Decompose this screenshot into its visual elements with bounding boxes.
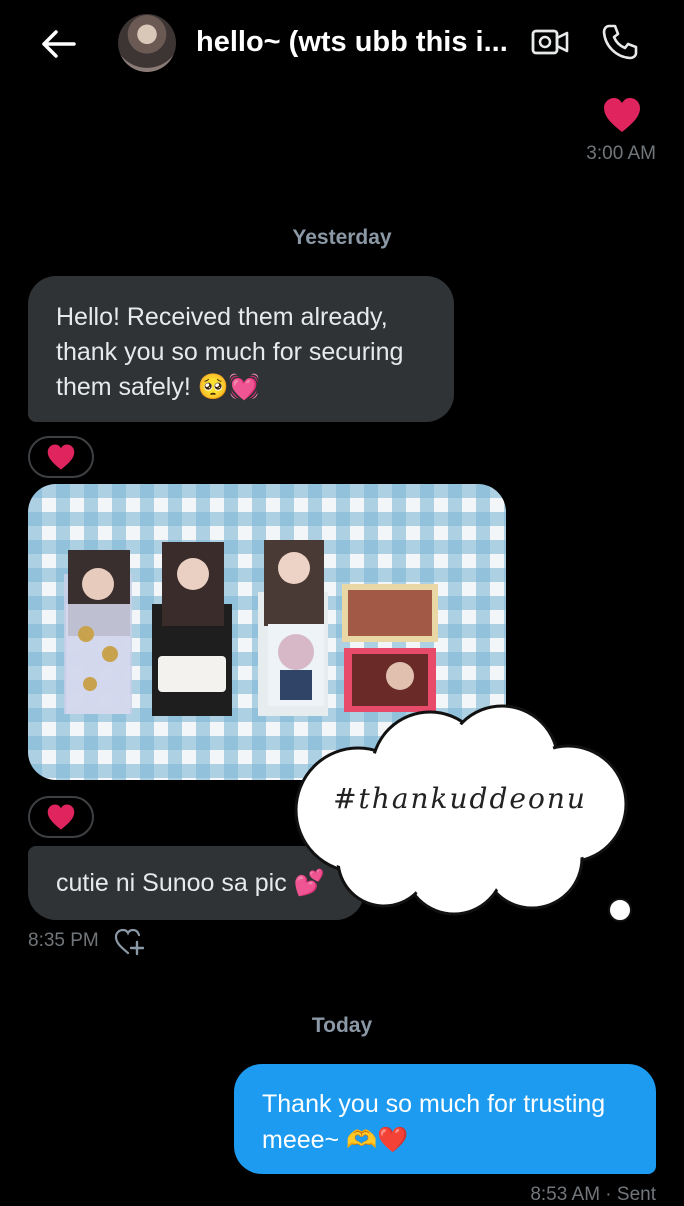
- back-button[interactable]: [36, 22, 80, 66]
- incoming-message[interactable]: Hello! Received them already, thank you …: [28, 276, 454, 422]
- phone-icon: [602, 24, 638, 60]
- heart-reaction-icon: [604, 98, 640, 132]
- arrow-left-icon: [42, 30, 76, 58]
- cloud-caption: #thankuddeonu: [333, 782, 587, 815]
- message-time: 3:00 AM: [586, 143, 656, 164]
- thought-dot: [608, 898, 632, 922]
- add-reaction-icon[interactable]: [114, 928, 144, 956]
- outgoing-message[interactable]: Thank you so much for trusting meee~ 🫶❤️: [234, 1064, 656, 1174]
- avatar[interactable]: [118, 14, 176, 72]
- conversation-header: hello~ (wts ubb this i...: [0, 0, 684, 90]
- message-time: 8:35 PM: [28, 930, 99, 951]
- phone-call-button[interactable]: [600, 22, 644, 66]
- day-divider-today: Today: [311, 1014, 373, 1037]
- reaction-pill[interactable]: [28, 796, 94, 838]
- reaction-pill[interactable]: [28, 436, 94, 478]
- heart-icon: [47, 804, 75, 830]
- message-status: 8:53 AM · Sent: [530, 1184, 656, 1205]
- day-divider-yesterday: Yesterday: [292, 226, 392, 249]
- video-camera-icon: [531, 29, 569, 55]
- video-call-button[interactable]: [530, 24, 574, 64]
- heart-icon: [47, 444, 75, 470]
- conversation-title[interactable]: hello~ (wts ubb this i...: [196, 26, 512, 59]
